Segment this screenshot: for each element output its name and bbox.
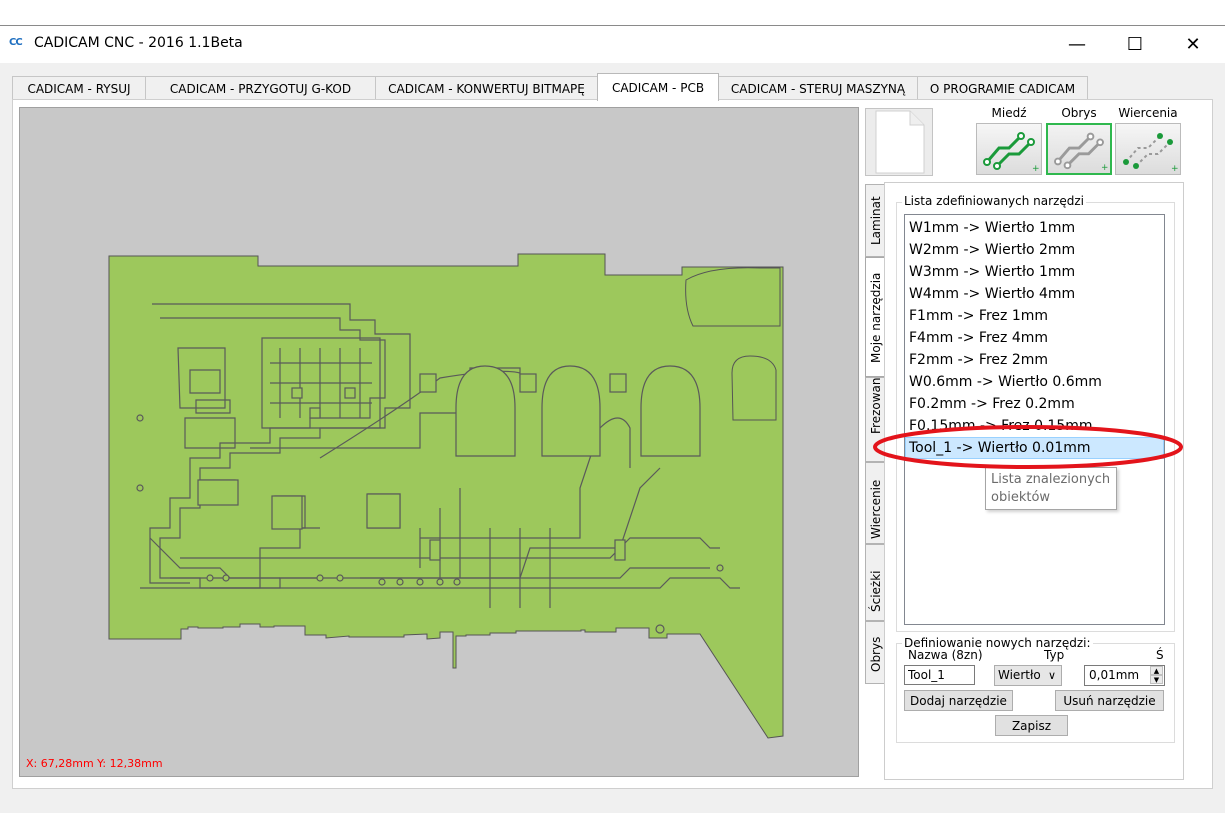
tab-pcb[interactable]: CADICAM - PCB <box>597 73 719 101</box>
title-bar: CC CADICAM CNC - 2016 1.1Beta — ☐ ✕ <box>0 25 1225 63</box>
cursor-coordinates: X: 67,28mm Y: 12,38mm <box>26 757 163 770</box>
tool-list-item[interactable]: W4mm -> Wiertło 4mm <box>905 283 1164 305</box>
tool-type-select[interactable]: Wiertło ∨ <box>994 665 1062 686</box>
side-tab-frezowanie[interactable]: Frezowanie <box>865 377 885 462</box>
spin-up-icon[interactable]: ▲ <box>1150 666 1163 675</box>
drills-layer-button[interactable]: + <box>1115 123 1181 175</box>
tool-size-spinbox[interactable]: 0,01mm ▲ ▼ <box>1084 665 1165 686</box>
pcb-board-preview: X: 67,28mm Y: 12,38mm <box>26 253 784 770</box>
tool-list-item[interactable]: F4mm -> Frez 4mm <box>905 327 1164 349</box>
name-label: Nazwa (8zn) <box>908 648 983 662</box>
tool-list-item[interactable]: W2mm -> Wiertło 2mm <box>905 239 1164 261</box>
new-file-button[interactable] <box>865 108 933 176</box>
new-document-icon <box>875 110 925 174</box>
window-bottom-edge <box>0 797 1225 813</box>
tool-list-item[interactable]: W3mm -> Wiertło 1mm <box>905 261 1164 283</box>
tab-konwertuj-bitmape[interactable]: CADICAM - KONWERTUJ BITMAPĘ <box>375 76 598 100</box>
copper-traces-icon: + <box>983 132 1040 174</box>
save-button[interactable]: Zapisz <box>995 715 1068 736</box>
tool-list-title: Lista zdefiniowanych narzędzi <box>902 194 1086 208</box>
spin-down-icon[interactable]: ▼ <box>1150 675 1163 684</box>
layer-label-copper: Miedź <box>991 106 1027 120</box>
main-tab-bar: CADICAM - RYSUJ CADICAM - PRZYGOTUJ G-KO… <box>0 63 1225 101</box>
tool-list-item[interactable]: F0.15mm -> Frez 0.15mm <box>905 415 1164 437</box>
close-button[interactable]: ✕ <box>1164 26 1222 62</box>
tool-list-item[interactable]: W0.6mm -> Wiertło 0.6mm <box>905 371 1164 393</box>
layer-label-drills: Wiercenia <box>1118 106 1178 120</box>
app-logo-icon: CC <box>9 37 23 48</box>
tool-list-item[interactable]: W1mm -> Wiertło 1mm <box>905 217 1164 239</box>
type-label: Typ <box>1044 648 1065 662</box>
outline-traces-icon: + <box>1054 132 1108 173</box>
outline-layer-button[interactable]: + <box>1046 123 1112 175</box>
svg-text:+: + <box>1032 164 1040 174</box>
tool-list-item[interactable]: F0.2mm -> Frez 0.2mm <box>905 393 1164 415</box>
drill-holes-icon: + <box>1123 133 1179 174</box>
tool-type-value: Wiertło <box>998 668 1041 682</box>
minimize-button[interactable]: — <box>1048 26 1106 62</box>
svg-text:+: + <box>1101 163 1108 173</box>
tab-o-programie[interactable]: O PROGRAMIE CADICAM <box>917 76 1088 100</box>
layer-label-outline: Obrys <box>1061 106 1097 120</box>
side-tab-wiercenie[interactable]: Wiercenie <box>865 462 885 544</box>
side-tab-laminat[interactable]: Laminat <box>865 184 885 257</box>
copper-layer-button[interactable]: + <box>976 123 1042 175</box>
remove-tool-button[interactable]: Usuń narzędzie <box>1055 690 1164 711</box>
tab-przygotuj-gkod[interactable]: CADICAM - PRZYGOTUJ G-KOD <box>145 76 376 100</box>
tool-list-tooltip: Lista znalezionych obiektów <box>985 467 1117 510</box>
side-tab-obrys[interactable]: Obrys <box>865 621 885 684</box>
window-title: CADICAM CNC - 2016 1.1Beta <box>34 35 243 51</box>
tab-rysuj[interactable]: CADICAM - RYSUJ <box>12 76 146 100</box>
tab-steruj-maszyna[interactable]: CADICAM - STERUJ MASZYNĄ <box>718 76 918 100</box>
side-tab-moje-narzedzia[interactable]: Moje narzędzia <box>865 257 885 377</box>
screen-top-strip <box>0 0 1225 25</box>
pcb-canvas[interactable]: X: 67,28mm Y: 12,38mm <box>19 107 859 777</box>
chevron-down-icon: ∨ <box>1047 669 1056 682</box>
maximize-button[interactable]: ☐ <box>1106 26 1164 62</box>
tool-list-item-selected[interactable]: Tool_1 -> Wiertło 0.01mm <box>905 437 1164 459</box>
side-tab-sciezki[interactable]: Ścieżki <box>865 544 885 621</box>
size-label: Ś <box>1156 648 1164 662</box>
tool-list-item[interactable]: F2mm -> Frez 2mm <box>905 349 1164 371</box>
svg-text:+: + <box>1171 164 1179 174</box>
tool-list[interactable]: W1mm -> Wiertło 1mm W2mm -> Wiertło 2mm … <box>904 214 1165 625</box>
tool-size-value: 0,01mm <box>1089 668 1140 682</box>
add-tool-button[interactable]: Dodaj narzędzie <box>904 690 1013 711</box>
tool-name-input[interactable] <box>904 665 975 685</box>
tool-list-item[interactable]: F1mm -> Frez 1mm <box>905 305 1164 327</box>
